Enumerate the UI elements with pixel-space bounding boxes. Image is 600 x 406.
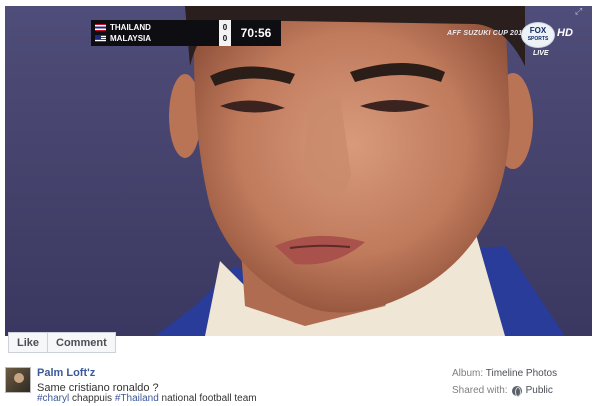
privacy-info: Shared with: Public (452, 385, 553, 397)
player-closeup-image (155, 6, 565, 336)
tag-text: national football team (158, 393, 257, 404)
post-tags: #charyl chappuis #Thailand national foot… (37, 393, 257, 404)
scoreboard: THAILAND MALAYSIA 0 0 70:56 (91, 20, 281, 46)
expand-icon[interactable]: ⤢ (575, 6, 582, 17)
avatar[interactable] (5, 367, 31, 393)
shared-label: Shared with: (452, 385, 508, 396)
globe-icon (511, 385, 522, 397)
team2-name: MALAYSIA (110, 34, 152, 43)
team1-name: THAILAND (110, 23, 151, 32)
team2-score: 0 (222, 34, 228, 43)
fox-sports-logo: FOX SPORTS (521, 22, 555, 48)
thailand-flag-icon (95, 24, 106, 31)
tag-text: chappuis (69, 393, 115, 404)
team1-score: 0 (222, 23, 228, 32)
tournament-name: AFF SUZUKI CUP 2014 (447, 30, 527, 37)
post-footer: Palm Loft'z Same cristiano ronaldo ? #ch… (0, 364, 600, 406)
photo-video-frame[interactable]: THAILAND MALAYSIA 0 0 70:56 AFF SUZUKI C… (5, 6, 592, 336)
malaysia-flag-icon (95, 35, 106, 42)
album-link[interactable]: Timeline Photos (486, 368, 557, 379)
like-button[interactable]: Like (8, 332, 49, 353)
post-actions: Like Comment (8, 332, 116, 353)
scoreboard-scores: 0 0 (219, 20, 231, 46)
match-clock: 70:56 (231, 20, 281, 46)
album-info: Album: Timeline Photos (452, 368, 557, 379)
hashtag-link[interactable]: #Thailand (115, 393, 159, 404)
comment-button[interactable]: Comment (48, 332, 116, 353)
privacy-value[interactable]: Public (526, 385, 553, 396)
hashtag-link[interactable]: #charyl (37, 393, 69, 404)
hd-badge: HD (557, 27, 573, 39)
album-label: Album: (452, 368, 484, 379)
network-name: FOX (529, 26, 547, 35)
scoreboard-teams: THAILAND MALAYSIA (91, 20, 219, 46)
live-badge: LIVE (533, 50, 549, 57)
network-subname: SPORTS (527, 36, 549, 42)
post-author[interactable]: Palm Loft'z (37, 367, 95, 379)
